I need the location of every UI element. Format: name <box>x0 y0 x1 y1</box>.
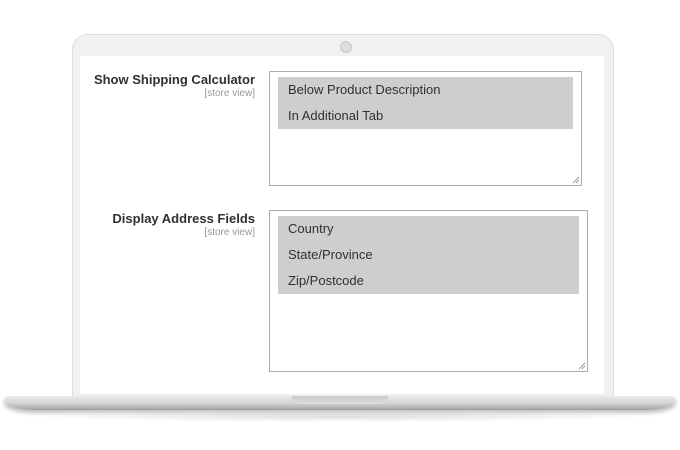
laptop-mockup: Show Shipping Calculator [store view] Be… <box>0 0 680 450</box>
shipping-calculator-multiselect[interactable]: Below Product Description In Additional … <box>269 71 582 186</box>
field-label: Show Shipping Calculator <box>93 72 255 87</box>
camera-icon <box>340 41 352 53</box>
scope-hint: [store view] <box>204 88 255 99</box>
field-label: Display Address Fields <box>112 211 255 226</box>
option-zip-postcode[interactable]: Zip/Postcode <box>278 268 579 294</box>
option-below-product-description[interactable]: Below Product Description <box>278 77 573 103</box>
resize-grip-icon[interactable] <box>572 176 580 184</box>
address-fields-multiselect[interactable]: Country State/Province Zip/Postcode <box>269 210 588 372</box>
option-state-province[interactable]: State/Province <box>278 242 579 268</box>
address-fields-label-block: Display Address Fields [store view] <box>112 211 255 239</box>
shipping-calculator-label-block: Show Shipping Calculator [store view] <box>94 72 255 100</box>
laptop-notch <box>292 396 388 404</box>
option-in-additional-tab[interactable]: In Additional Tab <box>278 103 573 129</box>
resize-grip-icon[interactable] <box>578 362 586 370</box>
scope-hint: [store view] <box>204 227 255 238</box>
option-country[interactable]: Country <box>278 216 579 242</box>
screen: Show Shipping Calculator [store view] Be… <box>80 56 604 394</box>
laptop-shadow <box>30 412 650 422</box>
